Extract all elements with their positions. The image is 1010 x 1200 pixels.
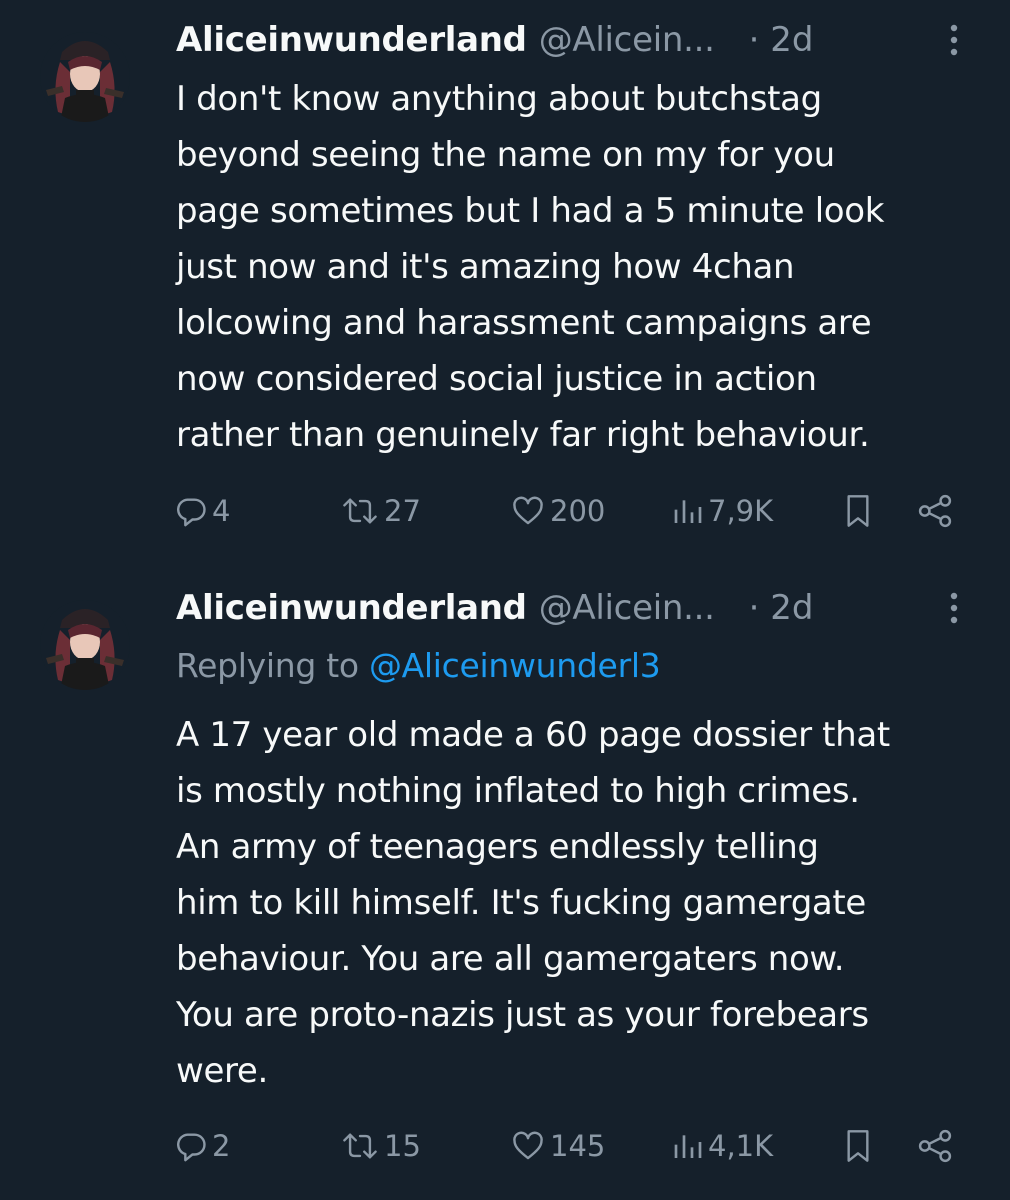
timestamp[interactable]: · 2d — [749, 588, 814, 628]
tweet-text-line: I don't know anything about butchstag — [176, 79, 822, 119]
views-button[interactable]: 4,1K — [672, 1121, 773, 1171]
views-count: 4,1K — [708, 1129, 774, 1163]
avatar-image — [40, 32, 130, 122]
reply-count: 2 — [212, 1129, 231, 1163]
like-button[interactable]: 200 — [510, 486, 605, 536]
share-icon — [918, 1129, 952, 1163]
avatar[interactable] — [40, 32, 130, 122]
tweet[interactable]: Aliceinwunderland @Alicein... · 2d I don… — [0, 0, 1010, 580]
tweet-text: A 17 year old made a 60 page dossier tha… — [176, 707, 976, 1099]
tweet[interactable]: Aliceinwunderland @Alicein... · 2d Reply… — [0, 580, 1010, 1200]
reply-count: 4 — [212, 494, 231, 528]
repost-icon — [343, 1133, 377, 1159]
replying-prefix: Replying to — [176, 646, 359, 685]
repost-count: 27 — [384, 494, 421, 528]
bookmark-button[interactable] — [842, 486, 874, 536]
tweet-text-line: rather than genuinely far right behaviou… — [176, 415, 870, 455]
bookmark-icon — [847, 495, 869, 527]
tweet-text-line: You are proto-nazis just as your forebea… — [176, 995, 869, 1035]
tweet-text-line: page sometimes but I had a 5 minute look — [176, 191, 885, 231]
tweet-text-line: just now and it's amazing how 4chan — [176, 247, 795, 287]
repost-count: 15 — [384, 1129, 421, 1163]
views-count: 7,9K — [708, 494, 774, 528]
more-vertical-icon[interactable] — [944, 22, 964, 58]
like-count: 200 — [550, 494, 606, 528]
tweet-text-line: him to kill himself. It's fucking gamerg… — [176, 883, 866, 923]
share-icon — [918, 494, 952, 528]
tweet-text-line: A 17 year old made a 60 page dossier tha… — [176, 715, 890, 755]
tweet-text-line: behaviour. You are all gamergaters now. — [176, 939, 845, 979]
user-handle[interactable]: @Alicein... — [539, 588, 715, 628]
tweet-actions: 2 15 145 4,1K — [0, 1121, 1010, 1171]
views-button[interactable]: 7,9K — [672, 486, 773, 536]
repost-button[interactable]: 27 — [340, 486, 421, 536]
tweet-text-line: beyond seeing the name on my for you — [176, 135, 835, 175]
share-button[interactable] — [916, 1121, 954, 1171]
tweet-header: Aliceinwunderland @Alicein... · 2d — [176, 583, 813, 633]
views-icon — [674, 500, 702, 523]
user-handle[interactable]: @Alicein... — [539, 20, 715, 60]
share-button[interactable] — [916, 486, 954, 536]
tweet-actions: 4 27 200 7,9K — [0, 486, 1010, 536]
bookmark-button[interactable] — [842, 1121, 874, 1171]
timestamp[interactable]: · 2d — [749, 20, 814, 60]
like-button[interactable]: 145 — [510, 1121, 605, 1171]
tweet-header: Aliceinwunderland @Alicein... · 2d — [176, 15, 813, 65]
display-name[interactable]: Aliceinwunderland — [176, 588, 527, 628]
heart-icon — [513, 496, 543, 525]
display-name[interactable]: Aliceinwunderland — [176, 20, 527, 60]
tweet-text-line: is mostly nothing inflated to high crime… — [176, 771, 860, 811]
more-vertical-icon[interactable] — [944, 590, 964, 626]
reply-button[interactable]: 4 — [174, 486, 230, 536]
reply-icon — [177, 498, 206, 527]
avatar-image — [40, 600, 130, 690]
tweet-text-line: lolcowing and harassment campaigns are — [176, 303, 872, 343]
replying-mention-link[interactable]: @Aliceinwunderl3 — [369, 646, 661, 685]
avatar[interactable] — [40, 600, 130, 690]
views-icon — [674, 1135, 702, 1158]
tweet-text: I don't know anything about butchstag be… — [176, 71, 976, 463]
heart-icon — [513, 1131, 543, 1160]
tweet-text-line: now considered social justice in action — [176, 359, 817, 399]
reply-icon — [177, 1133, 206, 1162]
tweet-text-line: An army of teenagers endlessly telling — [176, 827, 819, 867]
bookmark-icon — [847, 1130, 869, 1162]
repost-button[interactable]: 15 — [340, 1121, 421, 1171]
replying-to: Replying to @Aliceinwunderl3 — [176, 646, 661, 685]
like-count: 145 — [550, 1129, 606, 1163]
reply-button[interactable]: 2 — [174, 1121, 230, 1171]
tweet-text-line: were. — [176, 1051, 268, 1091]
repost-icon — [343, 498, 377, 524]
